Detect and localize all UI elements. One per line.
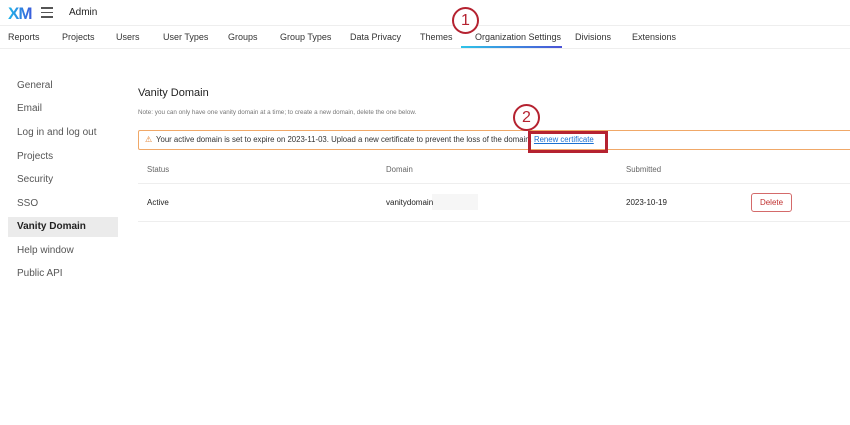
sidebar-item-security[interactable]: Security xyxy=(17,174,53,185)
row-status: Active xyxy=(147,198,169,207)
warning-icon: ⚠ xyxy=(145,135,152,144)
tab-users[interactable]: Users xyxy=(116,32,140,42)
warning-text: Your active domain is set to expire on 2… xyxy=(156,135,532,144)
tab-groups[interactable]: Groups xyxy=(228,32,258,42)
sidebar-item-general[interactable]: General xyxy=(17,80,53,91)
delete-button[interactable]: Delete xyxy=(751,193,792,212)
tab-reports[interactable]: Reports xyxy=(8,32,40,42)
sidebar-item-help-window[interactable]: Help window xyxy=(17,245,74,256)
column-header-domain: Domain xyxy=(386,165,413,174)
tab-themes[interactable]: Themes xyxy=(420,32,453,42)
xm-logo[interactable]: XM xyxy=(8,4,32,24)
tab-user-types[interactable]: User Types xyxy=(163,32,208,42)
sidebar-item-vanity-domain[interactable]: Vanity Domain xyxy=(17,221,86,232)
divider xyxy=(0,25,850,26)
row-submitted: 2023-10-19 xyxy=(626,198,667,207)
annotation-marker-2: 2 xyxy=(513,104,540,131)
tab-extensions[interactable]: Extensions xyxy=(632,32,676,42)
tab-projects[interactable]: Projects xyxy=(62,32,95,42)
expiry-warning-banner: ⚠ Your active domain is set to expire on … xyxy=(138,130,850,150)
tab-data-privacy[interactable]: Data Privacy xyxy=(350,32,401,42)
row-domain: vanitydomain xyxy=(386,198,434,207)
redacted-domain-suffix xyxy=(432,194,478,210)
app-title: Admin xyxy=(69,7,98,18)
tab-group-types[interactable]: Group Types xyxy=(280,32,331,42)
tab-organization-settings[interactable]: Organization Settings xyxy=(475,32,561,42)
column-header-status: Status xyxy=(147,165,170,174)
divider xyxy=(0,48,850,49)
hamburger-menu-icon[interactable] xyxy=(41,7,53,21)
annotation-marker-1: 1 xyxy=(452,7,479,34)
page-title: Vanity Domain xyxy=(138,87,209,99)
annotation-highlight-box xyxy=(528,131,608,153)
tab-divisions[interactable]: Divisions xyxy=(575,32,611,42)
divider xyxy=(138,221,850,222)
divider xyxy=(138,183,850,184)
note-text: Note: you can only have one vanity domai… xyxy=(138,109,417,116)
sidebar-item-login-logout[interactable]: Log in and log out xyxy=(17,127,97,138)
column-header-submitted: Submitted xyxy=(626,165,662,174)
sidebar-item-projects[interactable]: Projects xyxy=(17,151,53,162)
sidebar-item-email[interactable]: Email xyxy=(17,103,42,114)
sidebar-item-public-api[interactable]: Public API xyxy=(17,268,63,279)
sidebar-item-sso[interactable]: SSO xyxy=(17,198,38,209)
